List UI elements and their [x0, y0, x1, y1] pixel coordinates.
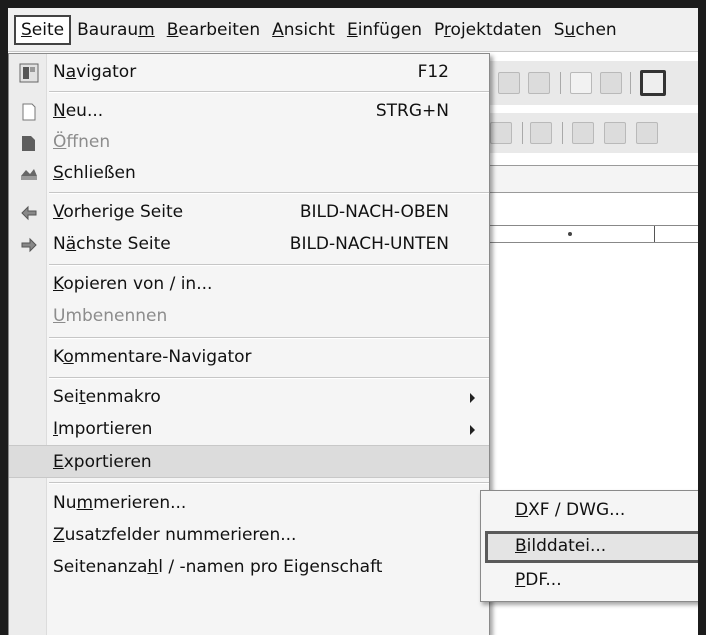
menu-item-label: Seitenmakro [53, 387, 161, 407]
menu-ansicht[interactable]: Ansicht [266, 16, 341, 44]
menu-item-label: Nächste Seite [53, 234, 171, 254]
new-page-icon [19, 102, 39, 122]
menu-item-kommentare-navigator[interactable]: Kommentare-Navigator [9, 341, 489, 374]
submenu-item-pdf[interactable]: PDF... [485, 565, 706, 597]
toolbar-row-1 [488, 61, 706, 105]
toolbar-button[interactable] [636, 122, 658, 144]
menu-item-label: Umbenennen [53, 306, 168, 326]
menu-item-shortcut: BILD-NACH-OBEN [299, 202, 449, 222]
menu-item-label: Nummerieren... [53, 493, 187, 513]
next-page-icon [19, 235, 39, 255]
menu-bauraum[interactable]: Bauraum [71, 16, 161, 44]
menu-item-label: Kommentare-Navigator [53, 347, 252, 367]
toolbar-separator [522, 122, 523, 144]
menu-item-vorherige-seite[interactable]: Vorherige Seite BILD-NACH-OBEN [9, 196, 489, 229]
toolbar-row-2 [488, 113, 706, 153]
toolbar-separator [562, 122, 563, 144]
toolbar-button[interactable] [604, 122, 626, 144]
menu-item-seitenanzahl[interactable]: Seitenanzahl / -namen pro Eigenschaft [9, 551, 489, 584]
menu-item-shortcut: BILD-NACH-UNTEN [289, 234, 449, 254]
menu-item-label: Öffnen [53, 132, 111, 152]
menu-item-label: Schließen [53, 163, 136, 183]
page-grid-row [488, 225, 706, 243]
menu-item-label: Seitenanzahl / -namen pro Eigenschaft [53, 557, 383, 577]
menu-item-label: Neu... [53, 101, 104, 121]
menu-separator [49, 377, 489, 379]
toolbar-button[interactable] [572, 122, 594, 144]
menu-item-naechste-seite[interactable]: Nächste Seite BILD-NACH-UNTEN [9, 228, 489, 261]
menu-einfuegen[interactable]: Einfügen [341, 16, 428, 44]
toolbar-button[interactable] [490, 122, 512, 144]
menu-item-label: Importieren [53, 419, 153, 439]
toolbar-button[interactable] [498, 72, 520, 94]
menu-separator [49, 264, 489, 266]
menu-bearbeiten[interactable]: Bearbeiten [161, 16, 266, 44]
window-icon[interactable] [640, 70, 666, 96]
menu-item-seitenmakro[interactable]: Seitenmakro [9, 381, 489, 414]
menu-item-exportieren[interactable]: Exportieren [9, 445, 489, 478]
submenu-item-label: DXF / DWG... [515, 500, 626, 520]
submenu-arrow-icon [470, 393, 475, 403]
menu-item-navigator[interactable]: Navigator F12 [9, 56, 489, 89]
tab-strip [488, 165, 706, 193]
menu-seite[interactable]: Seite [14, 14, 72, 45]
exportieren-submenu: DXF / DWG... Bilddatei... PDF... [480, 490, 706, 602]
menu-separator [49, 192, 489, 194]
menu-projektdaten[interactable]: Projektdaten [428, 16, 548, 44]
menu-item-label: Zusatzfelder nummerieren... [53, 525, 297, 545]
toolbar-separator [630, 72, 631, 94]
menu-item-label: Exportieren [53, 452, 152, 472]
close-icon [19, 164, 39, 184]
toolbar-button[interactable] [530, 122, 552, 144]
menu-item-umbenennen[interactable]: Umbenennen [9, 300, 489, 333]
menu-separator [49, 482, 489, 484]
submenu-arrow-icon [470, 425, 475, 435]
menu-item-label: Vorherige Seite [53, 202, 184, 222]
menu-item-shortcut: F12 [417, 62, 449, 82]
submenu-item-bilddatei[interactable]: Bilddatei... [485, 531, 706, 563]
table-icon[interactable] [600, 72, 622, 94]
toolbar-separator [560, 72, 561, 94]
menu-suchen[interactable]: Suchen [548, 16, 623, 44]
menu-item-neu[interactable]: Neu... STRG+N [9, 95, 489, 128]
grid-marker [568, 232, 572, 236]
submenu-item-label: Bilddatei... [515, 536, 607, 556]
menu-item-schliessen[interactable]: Schließen [9, 157, 489, 190]
submenu-item-dxf-dwg[interactable]: DXF / DWG... [485, 495, 706, 527]
open-icon [19, 133, 39, 153]
menu-item-nummerieren[interactable]: Nummerieren... [9, 487, 489, 520]
menu-item-shortcut: STRG+N [375, 101, 449, 121]
menu-item-importieren[interactable]: Importieren [9, 413, 489, 446]
menu-item-kopieren[interactable]: Kopieren von / in... [9, 268, 489, 301]
grid-separator [654, 226, 655, 242]
toolbar-button[interactable] [528, 72, 550, 94]
menu-bar: Seite Bauraum Bearbeiten Ansicht Einfüge… [8, 8, 706, 52]
submenu-item-label: PDF... [515, 570, 562, 590]
menu-item-label: Kopieren von / in... [53, 274, 213, 294]
navigator-icon [19, 63, 39, 83]
menu-item-label: Navigator [53, 62, 137, 82]
menu-separator [49, 337, 489, 339]
checkbox-icon[interactable] [570, 72, 592, 94]
menu-separator [49, 91, 489, 93]
menu-item-oeffnen[interactable]: Öffnen [9, 126, 489, 159]
seite-dropdown-menu: Navigator F12 Neu... STRG+N Öffnen Schli… [8, 53, 490, 635]
menu-item-zusatzfelder-nummerieren[interactable]: Zusatzfelder nummerieren... [9, 519, 489, 552]
previous-page-icon [19, 203, 39, 223]
